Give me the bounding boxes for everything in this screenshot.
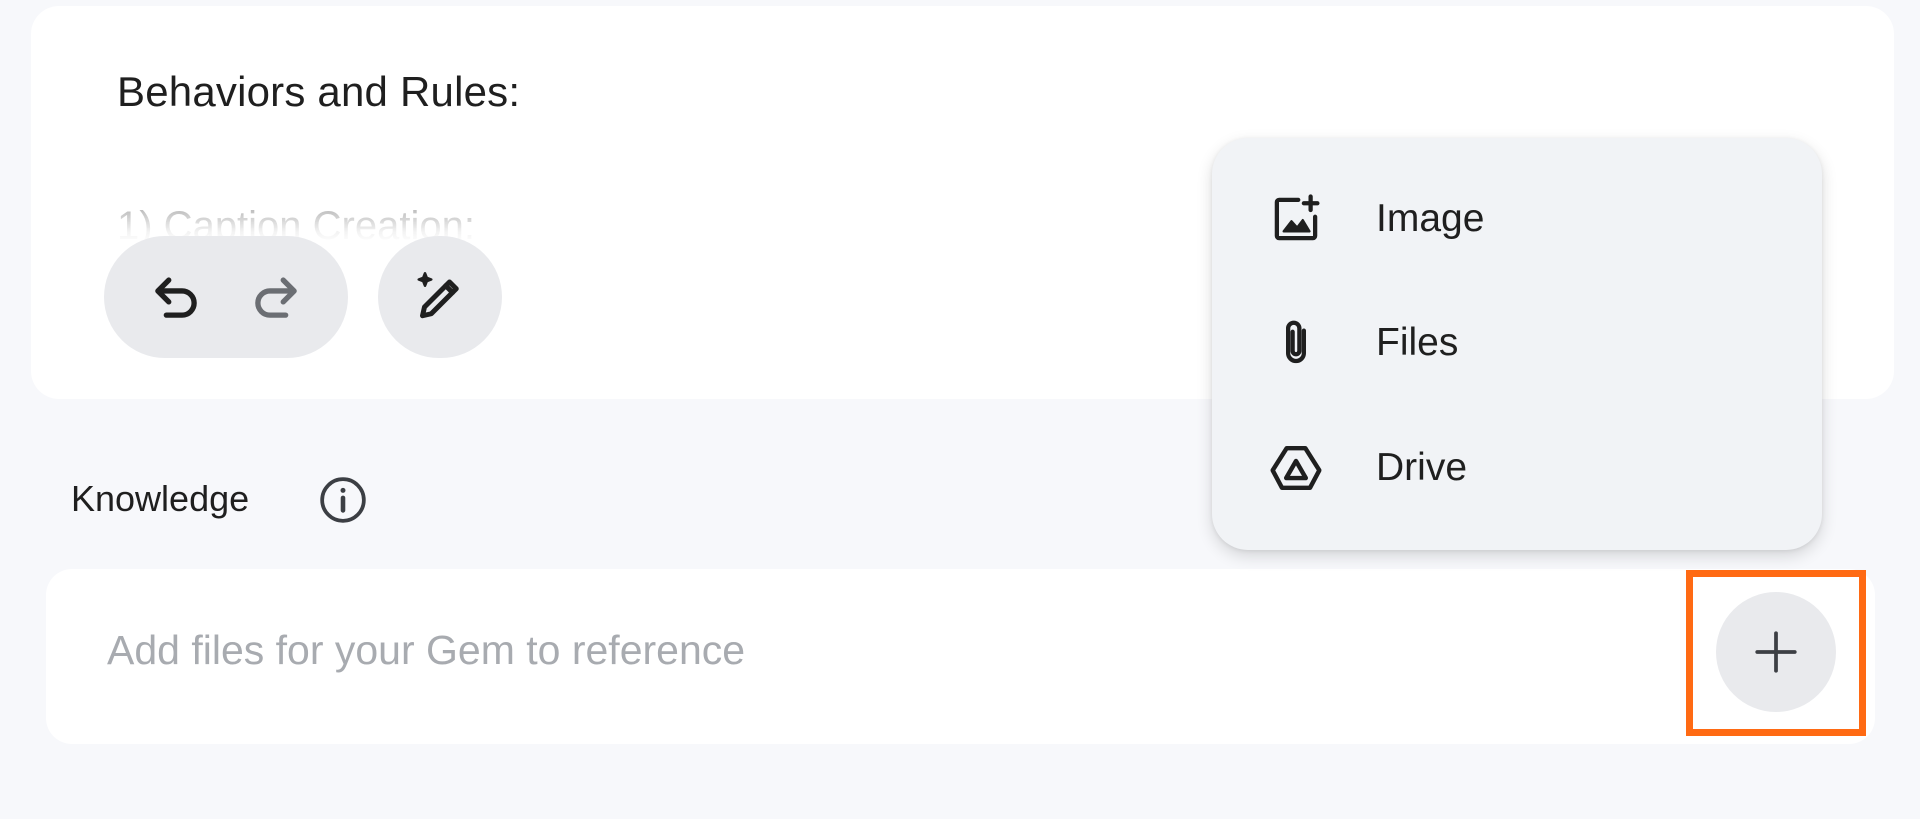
menu-item-label: Drive — [1376, 446, 1468, 489]
redo-icon — [255, 277, 297, 318]
info-icon — [320, 477, 366, 523]
menu-item-drive[interactable]: Drive — [1212, 413, 1822, 523]
magic-pencil-icon — [417, 272, 459, 319]
knowledge-label: Knowledge — [71, 478, 250, 519]
add-button-highlight-box — [1686, 570, 1866, 736]
drive-icon — [1268, 440, 1324, 496]
add-image-icon — [1268, 191, 1324, 247]
menu-item-label: Image — [1376, 197, 1485, 240]
knowledge-dropzone[interactable]: Add files for your Gem to reference — [46, 569, 1875, 744]
info-button[interactable] — [318, 475, 368, 525]
magic-edit-button[interactable] — [378, 236, 502, 358]
menu-item-files[interactable]: Files — [1212, 288, 1822, 398]
menu-item-label: Files — [1376, 321, 1459, 364]
undo-icon — [155, 277, 197, 318]
knowledge-placeholder: Add files for your Gem to reference — [107, 627, 746, 673]
instructions-heading: Behaviors and Rules: — [117, 68, 521, 115]
undo-button[interactable] — [144, 265, 208, 329]
page: Behaviors and Rules: 1) Caption Creation… — [0, 0, 1920, 819]
menu-item-image[interactable]: Image — [1212, 164, 1822, 274]
redo-button[interactable] — [244, 265, 308, 329]
add-source-menu: Image Files Drive — [1212, 138, 1822, 550]
paperclip-icon — [1268, 315, 1324, 371]
undo-redo-group — [104, 236, 348, 358]
